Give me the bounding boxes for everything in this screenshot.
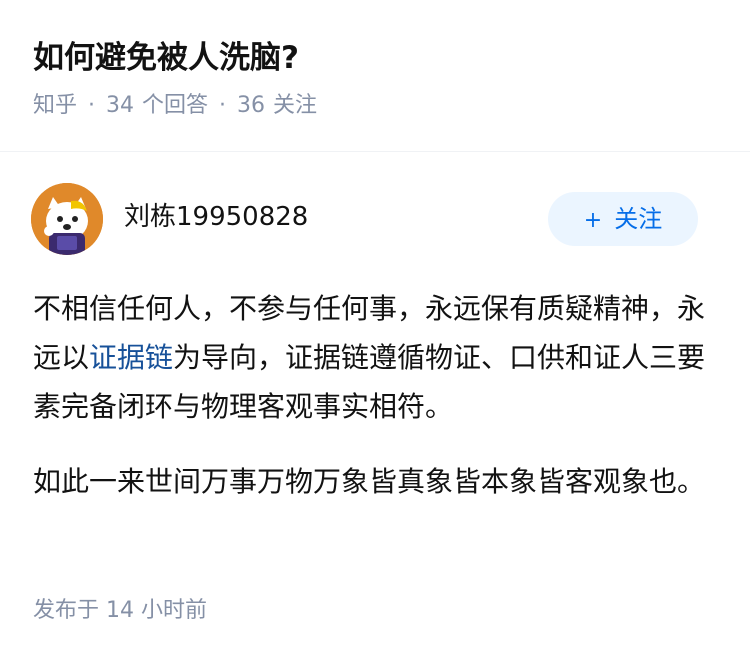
meta-separator: · (219, 93, 227, 118)
avatar-cartoon-icon (31, 183, 103, 255)
follower-count-label[interactable]: 关注 (273, 93, 317, 118)
meta-separator: · (88, 93, 96, 118)
answer-count-label[interactable]: 个回答 (142, 93, 208, 118)
question-title[interactable]: 如何避免被人洗脑? (33, 34, 717, 82)
answer-count: 34 (106, 93, 135, 118)
plus-icon: + (583, 208, 603, 233)
avatar[interactable] (31, 183, 103, 255)
answer-paragraph: 不相信任何人，不参与任何事，永远保有质疑精神，永远以证据链为导向，证据链遵循物证… (33, 284, 710, 431)
question-meta: 知乎 · 34 个回答 · 36 关注 (33, 86, 717, 126)
author-name[interactable]: 刘栋19950828 (124, 197, 308, 237)
source-label[interactable]: 知乎 (33, 93, 77, 118)
publish-time: 发布于 14 小时前 (33, 598, 207, 623)
follow-button[interactable]: + 关注 (548, 192, 698, 246)
follow-button-label: 关注 (614, 205, 663, 233)
follower-count: 36 (237, 93, 266, 118)
evidence-chain-link[interactable]: 证据链 (89, 341, 173, 374)
answer-paragraph: 如此一来世间万事万物万象皆真象皆本象皆客观象也。 (33, 465, 706, 498)
section-divider (0, 151, 750, 152)
answer-content: 不相信任何人，不参与任何事，永远保有质疑精神，永远以证据链为导向，证据链遵循物证… (33, 284, 710, 506)
author-row: 刘栋19950828 + 关注 (31, 183, 698, 255)
question-header: 如何避免被人洗脑? 知乎 · 34 个回答 · 36 关注 (33, 34, 717, 126)
